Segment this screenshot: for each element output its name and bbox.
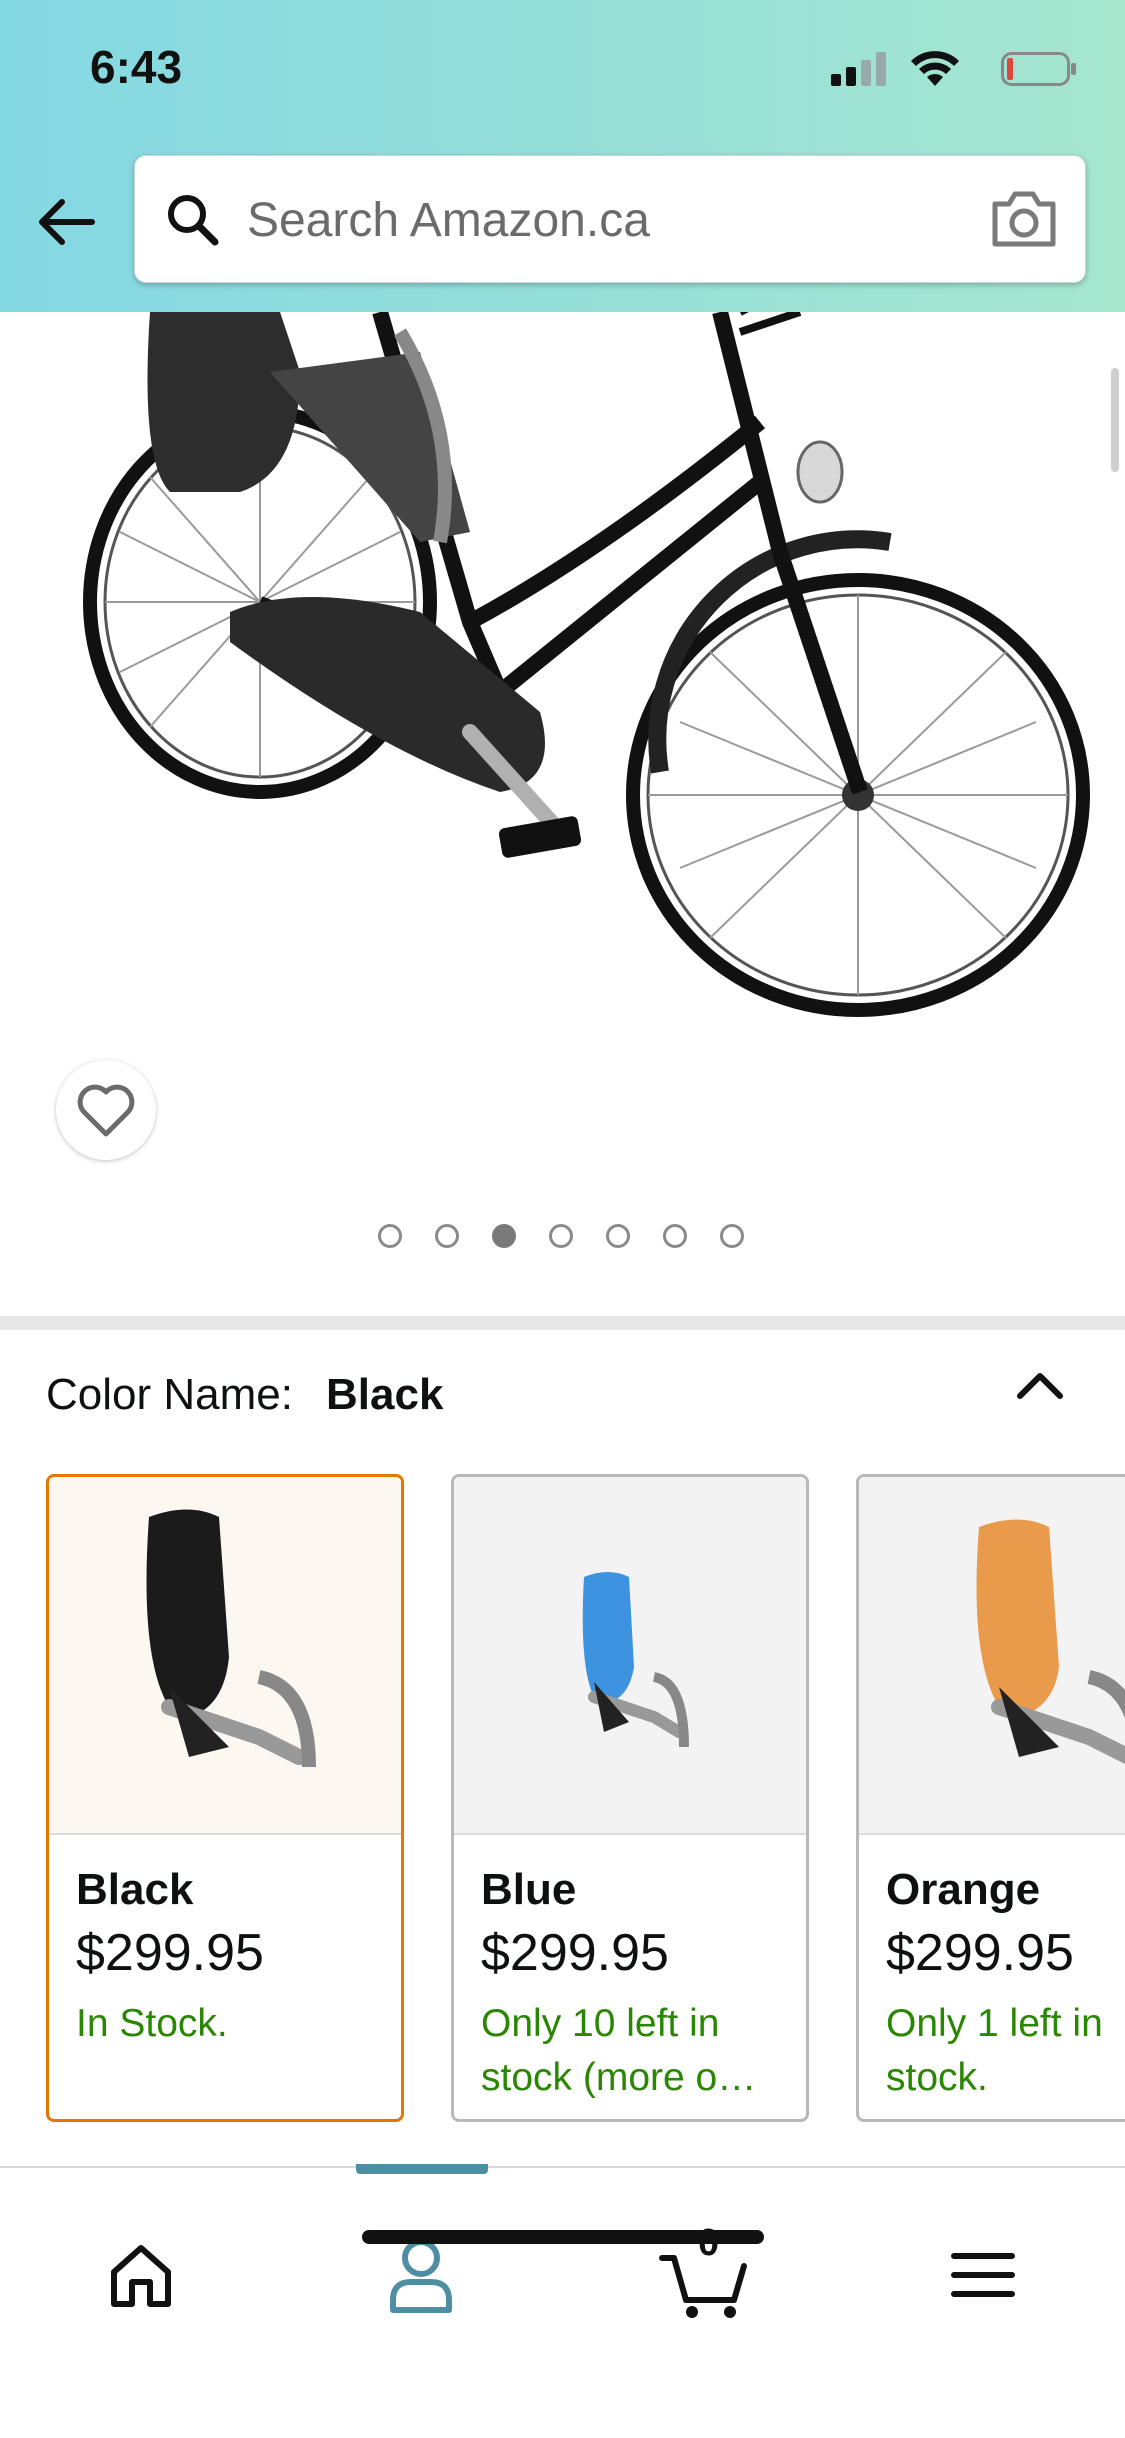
pagination-dot-6[interactable] <box>663 1224 687 1248</box>
color-swatch-black[interactable]: Black $299.95 In Stock. <box>46 1474 404 2122</box>
swatch-image <box>859 1477 1125 1835</box>
selected-color-value: Black <box>326 1370 444 1419</box>
color-swatch-blue[interactable]: Blue $299.95 Only 10 left in stock (more… <box>451 1474 809 2122</box>
color-name-label: Color Name: <box>46 1370 293 1419</box>
pagination-dot-1[interactable] <box>378 1224 402 1248</box>
swatch-image <box>49 1477 401 1835</box>
nav-home[interactable] <box>86 2220 196 2330</box>
search-icon <box>168 195 219 246</box>
swatch-stock-status: Only 1 left in stock. <box>886 2002 1103 2099</box>
status-time: 6:43 <box>90 41 183 93</box>
pagination-dot-4[interactable] <box>549 1224 573 1248</box>
search-bar[interactable] <box>134 155 1086 283</box>
product-image-gallery[interactable] <box>0 312 1125 1316</box>
pagination-dot-7[interactable] <box>720 1224 744 1248</box>
hamburger-menu-icon <box>951 2253 1015 2297</box>
swatch-price: $299.95 <box>481 1924 669 1982</box>
product-image <box>83 312 1090 1017</box>
battery-icon <box>1001 52 1076 86</box>
swatch-stock-status: Only 10 left in stock (more o… <box>481 2002 757 2099</box>
search-input[interactable] <box>245 184 989 256</box>
heart-icon <box>77 1084 135 1137</box>
bike-seat-image <box>146 1509 316 1768</box>
wishlist-button[interactable] <box>56 1060 156 1160</box>
home-icon <box>111 2245 171 2307</box>
back-arrow-icon[interactable] <box>34 190 98 254</box>
section-divider <box>0 1316 1125 1330</box>
scroll-indicator <box>1111 368 1119 472</box>
camera-icon[interactable] <box>989 186 1059 250</box>
bike-seat-image <box>976 1519 1125 1764</box>
pagination-dot-2[interactable] <box>435 1224 459 1248</box>
pagination-dot-5[interactable] <box>606 1224 630 1248</box>
swatch-price: $299.95 <box>76 1924 264 1982</box>
swatch-image <box>454 1477 806 1835</box>
active-tab-indicator <box>356 2164 488 2174</box>
home-indicator-bar <box>362 2230 764 2244</box>
chevron-up-icon[interactable] <box>1010 1362 1070 1412</box>
color-swatch-orange[interactable]: Orange $299.95 Only 1 left in stock. <box>856 1474 1125 2122</box>
color-swatch-list: Black $299.95 In Stock. Blue $299.95 Onl… <box>0 1474 1125 2124</box>
nav-menu[interactable] <box>928 2220 1038 2330</box>
swatch-name: Orange <box>886 1865 1041 1914</box>
pagination-dot-3[interactable] <box>492 1224 516 1248</box>
bottom-navigation: 0 <box>0 2164 1125 2438</box>
wifi-icon <box>911 51 959 86</box>
swatch-name: Blue <box>481 1865 577 1914</box>
swatch-price: $299.95 <box>886 1924 1074 1982</box>
swatch-stock-status: In Stock. <box>76 2002 228 2045</box>
cellular-signal-icon <box>831 52 886 86</box>
header: 6:43 <box>0 0 1125 312</box>
bike-seat-image <box>582 1572 689 1748</box>
swatch-name: Black <box>76 1865 194 1914</box>
